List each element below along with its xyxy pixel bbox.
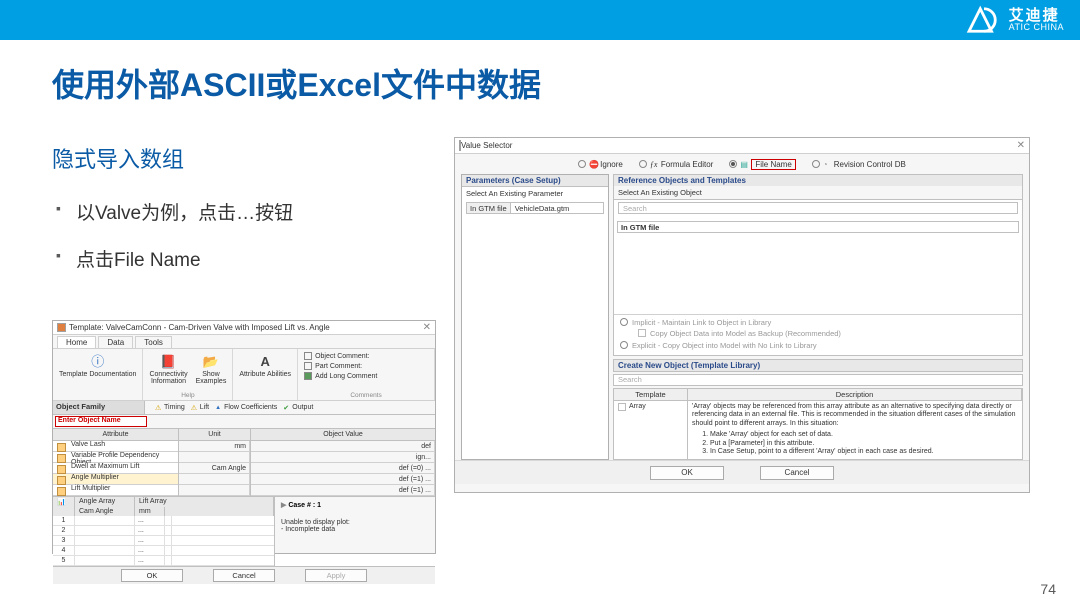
slide-title: 使用外部ASCII或Excel文件中数据 <box>52 60 1028 106</box>
value-cell[interactable]: def (=0) ... <box>251 463 435 473</box>
tab-tools[interactable]: Tools <box>135 336 172 348</box>
implicit-option[interactable]: Implicit - Maintain Link to Object in Li… <box>620 318 1016 327</box>
titlebar: Value Selector ✕ <box>455 138 1029 154</box>
backup-check[interactable]: Copy Object Data into Model as Backup (R… <box>620 329 1016 338</box>
output-check[interactable]: Output <box>283 404 313 411</box>
value-cell[interactable]: def (=1) ... <box>251 474 435 484</box>
flow-check[interactable]: Flow Coefficients <box>215 404 277 411</box>
object-comment-row[interactable]: Object Comment: <box>304 352 428 360</box>
reference-pane: Reference Objects and Templates Select A… <box>613 174 1023 460</box>
ok-button[interactable]: OK <box>121 569 183 582</box>
tab-home[interactable]: Home <box>57 336 96 348</box>
parameters-pane: Parameters (Case Setup) Select An Existi… <box>461 174 609 460</box>
opt-formula[interactable]: ƒxFormula Editor <box>639 160 713 169</box>
col-description: Description <box>688 389 1022 400</box>
attr-row[interactable]: Lift Multiplier <box>53 485 178 496</box>
brand-cn: 艾迪捷 <box>1009 8 1064 23</box>
col-attribute: Attribute <box>53 429 178 441</box>
parameters-title: Parameters (Case Setup) <box>462 175 608 187</box>
reference-title: Reference Objects and Templates <box>613 174 1023 186</box>
cancel-button[interactable]: Cancel <box>760 466 834 480</box>
explicit-option[interactable]: Explicit - Copy Object into Model with N… <box>620 341 1016 350</box>
value-cell[interactable]: def (=1) ... <box>251 485 435 495</box>
template-description: 'Array' objects may be referenced from t… <box>688 401 1022 460</box>
ribbon: ⓘTemplate Documentation 📕Connectivity In… <box>53 349 435 401</box>
plot-panel: Case # : 1 Unable to display plot: - Inc… <box>275 497 435 566</box>
logo-icon <box>965 5 1003 35</box>
app-icon <box>57 323 66 332</box>
array-icon <box>618 403 626 411</box>
template-row-array[interactable]: Array 'Array' objects may be referenced … <box>614 401 1022 460</box>
col-mm: mm <box>135 507 165 516</box>
attr-row[interactable]: Angle Multiplier <box>53 474 178 485</box>
gtm-tag: In GTM file <box>467 203 511 213</box>
attribute-grid: Attribute Valve Lash Variable Profile De… <box>53 429 435 496</box>
template-editor-window: Template: ValveCamConn - Cam-Driven Valv… <box>52 320 436 554</box>
part-comment-row[interactable]: Part Comment: <box>304 362 428 370</box>
plot-error-2: - Incomplete data <box>281 526 429 533</box>
object-name-input[interactable]: Enter Object Name <box>55 416 147 427</box>
template-doc-button[interactable]: ⓘTemplate Documentation <box>59 352 136 378</box>
tab-lift-array[interactable]: Lift Array <box>135 497 274 507</box>
tab-data[interactable]: Data <box>98 336 133 348</box>
unit-cell[interactable]: mm <box>179 441 250 451</box>
template-search-input[interactable]: Search <box>613 374 1023 386</box>
unit-cell[interactable] <box>179 452 250 462</box>
col-template: Template <box>614 389 688 400</box>
page-number: 74 <box>1040 581 1056 597</box>
window-title: Template: ValveCamConn - Cam-Driven Valv… <box>69 323 330 332</box>
close-icon[interactable]: ✕ <box>1017 140 1025 151</box>
plot-error-1: Unable to display plot: <box>281 519 429 526</box>
gtm-file-entry[interactable]: In GTM file <box>617 221 1019 233</box>
tab-angle-array[interactable]: Angle Array <box>75 497 135 507</box>
comments-group-label: Comments <box>304 391 428 399</box>
close-icon[interactable]: ✕ <box>423 322 431 333</box>
unit-cell[interactable] <box>179 485 250 495</box>
col-value: Object Value <box>251 429 435 441</box>
top-options: Ignore ƒxFormula Editor File Name Revisi… <box>455 154 1029 174</box>
ok-button[interactable]: OK <box>650 466 724 480</box>
tab-strip: Home Data Tools <box>53 335 435 349</box>
add-comment-row[interactable]: Add Long Comment <box>304 372 428 380</box>
gtm-value: VehicleData.gtm <box>511 204 570 213</box>
template-table: Template Description Array 'Array' objec… <box>613 388 1023 461</box>
unit-cell[interactable] <box>179 474 250 484</box>
apply-button[interactable]: Apply <box>305 569 367 582</box>
cancel-button[interactable]: Cancel <box>213 569 275 582</box>
case-label: Case # : 1 <box>281 501 429 509</box>
top-bar: 艾迪捷 ATIC CHINA <box>0 0 1080 40</box>
timing-check[interactable]: Timing <box>155 404 185 411</box>
opt-ignore[interactable]: Ignore <box>578 160 623 169</box>
value-cell[interactable]: def <box>251 441 435 451</box>
attr-row[interactable]: Variable Profile Dependency Object <box>53 452 178 463</box>
attr-row[interactable]: Dwell at Maximum Lift <box>53 463 178 474</box>
search-input[interactable]: Search <box>618 202 1018 214</box>
array-icon[interactable]: 📊 <box>53 497 75 507</box>
window-title: Value Selector <box>461 141 512 150</box>
titlebar: Template: ValveCamConn - Cam-Driven Valv… <box>53 321 435 335</box>
lift-check[interactable]: Lift <box>191 404 209 411</box>
array-table[interactable]: 1... 2... 3... 4... 5... <box>53 516 274 566</box>
connectivity-button[interactable]: 📕Connectivity Information <box>149 352 187 385</box>
unit-cell[interactable]: Cam Angle <box>179 463 250 473</box>
parameters-subtitle: Select An Existing Parameter <box>462 187 608 200</box>
show-examples-button[interactable]: 📂Show Examples <box>196 352 227 385</box>
attribute-abilities-button[interactable]: AAttribute Abilities <box>239 352 291 378</box>
value-selector-window: Value Selector ✕ Ignore ƒxFormula Editor… <box>454 137 1030 493</box>
create-new-title: Create New Object (Template Library) <box>613 359 1023 372</box>
attr-row[interactable]: Valve Lash <box>53 441 178 452</box>
reference-subtitle: Select An Existing Object <box>613 186 1023 199</box>
col-unit: Unit <box>179 429 250 441</box>
opt-filename[interactable]: File Name <box>729 159 795 170</box>
gtm-file-row[interactable]: In GTM file VehicleData.gtm <box>466 202 604 214</box>
help-group-label: Help <box>149 391 226 399</box>
object-family-label: Object Family <box>53 401 145 414</box>
brand-logo: 艾迪捷 ATIC CHINA <box>965 5 1064 35</box>
opt-revision[interactable]: Revision Control DB <box>812 160 906 169</box>
col-cam-angle: Cam Angle <box>75 507 135 516</box>
value-cell[interactable]: ign... <box>251 452 435 462</box>
brand-en: ATIC CHINA <box>1009 23 1064 32</box>
